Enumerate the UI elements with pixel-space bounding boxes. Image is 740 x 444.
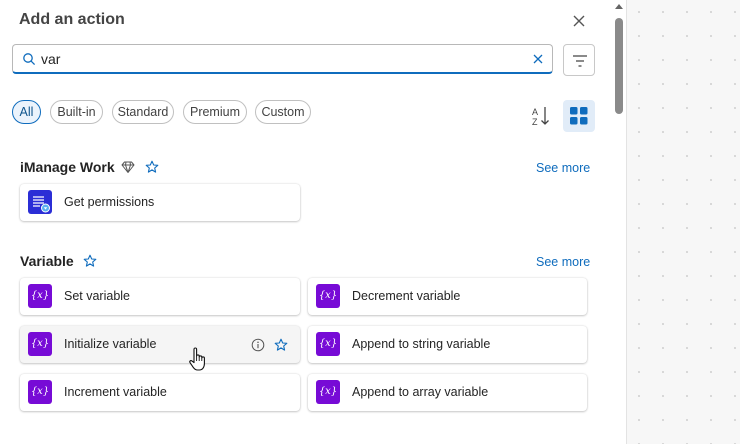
action-label: Set variable	[64, 289, 131, 303]
action-label: Get permissions	[64, 195, 155, 209]
imanage-connector-icon	[28, 190, 52, 214]
action-get-permissions[interactable]: Get permissions	[20, 184, 300, 221]
action-set-variable[interactable]: {x} Set variable	[20, 278, 300, 315]
filter-pill-custom[interactable]: Custom	[255, 100, 311, 124]
variable-icon: {x}	[28, 284, 52, 308]
action-label: Append to string variable	[352, 337, 491, 351]
filter-button[interactable]	[563, 44, 595, 76]
grid-view-button[interactable]	[563, 100, 595, 132]
search-icon	[23, 53, 36, 66]
svg-text:Z: Z	[532, 117, 538, 127]
variable-icon: {x}	[28, 332, 52, 356]
favorite-star-icon[interactable]	[274, 338, 288, 352]
action-label: Append to array variable	[352, 385, 489, 399]
search-input[interactable]	[41, 48, 521, 70]
panel-scrollbar[interactable]	[612, 0, 626, 444]
panel-title: Add an action	[19, 11, 125, 28]
action-decrement-variable[interactable]: {x} Decrement variable	[308, 278, 587, 315]
action-label: Initialize variable	[64, 337, 157, 351]
variable-icon: {x}	[316, 284, 340, 308]
see-more-variable[interactable]: See more	[536, 255, 590, 269]
favorite-star-icon[interactable]	[83, 254, 97, 268]
info-icon[interactable]	[251, 338, 265, 352]
filter-icon	[573, 55, 587, 67]
clear-search-icon[interactable]	[531, 52, 545, 66]
action-append-to-array-variable[interactable]: {x} Append to array variable	[308, 374, 587, 411]
hand-pointer-cursor-icon	[189, 347, 205, 371]
premium-diamond-icon	[121, 161, 135, 173]
section-title-imanage: iManage Work	[20, 159, 115, 175]
scrollbar-thumb[interactable]	[615, 18, 623, 114]
favorite-star-icon[interactable]	[145, 160, 159, 174]
close-icon[interactable]	[568, 10, 590, 32]
section-title-variable: Variable	[20, 253, 74, 269]
filter-pill-premium[interactable]: Premium	[183, 100, 247, 124]
search-box	[12, 44, 553, 74]
action-append-to-string-variable[interactable]: {x} Append to string variable	[308, 326, 587, 363]
variable-icon: {x}	[316, 380, 340, 404]
designer-canvas	[626, 0, 740, 444]
scroll-up-arrow-icon[interactable]	[615, 4, 623, 9]
action-increment-variable[interactable]: {x} Increment variable	[20, 374, 300, 411]
see-more-imanage[interactable]: See more	[536, 161, 590, 175]
filter-pill-built-in[interactable]: Built-in	[50, 100, 103, 124]
grid-view-icon	[570, 107, 588, 125]
action-initialize-variable[interactable]: {x} Initialize variable	[20, 326, 300, 363]
variable-icon: {x}	[316, 332, 340, 356]
action-label: Increment variable	[64, 385, 167, 399]
variable-icon: {x}	[28, 380, 52, 404]
svg-text:A: A	[532, 107, 538, 117]
filter-pill-all[interactable]: All	[12, 100, 41, 124]
sort-az-icon[interactable]: A Z	[527, 102, 555, 130]
filter-pill-standard[interactable]: Standard	[112, 100, 174, 124]
action-label: Decrement variable	[352, 289, 461, 303]
add-action-panel: Add an action All Built-in Standard Prem…	[0, 0, 612, 444]
